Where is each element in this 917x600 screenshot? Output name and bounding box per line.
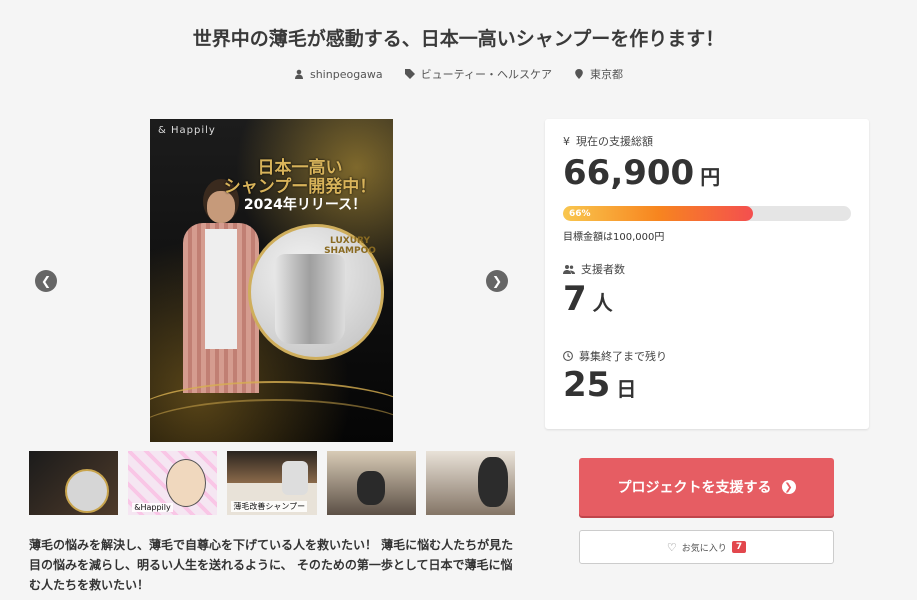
thumbnail-label: 薄毛改善シャンプー [231, 501, 308, 512]
backers-count: 7人 [563, 279, 613, 319]
favorite-count: 7 [731, 541, 747, 553]
thumbnail-4[interactable] [326, 451, 416, 515]
backers-label: 支援者数 [563, 261, 625, 277]
owner-link[interactable]: shinpeogawa [294, 66, 383, 82]
tag-icon [404, 69, 415, 79]
remaining-label: 募集終了まで残り [563, 348, 667, 364]
project-description: 薄毛の悩みを解決し、薄毛で自尊心を下げている人を救いたい！ 薄毛に悩む人たちが見… [29, 538, 514, 592]
thumbnail-3[interactable]: 薄毛改善シャンプー [227, 451, 317, 515]
luxury-badge: LUXURY SHAMPOO [324, 236, 376, 256]
users-icon [563, 265, 575, 274]
hero-headline: 日本一高い シャンプー開発中！ [223, 158, 377, 197]
yen-icon: ¥ [563, 134, 570, 148]
project-meta: shinpeogawa ビューティー・ヘルスケア 東京都 [0, 66, 917, 82]
category-name: ビューティー・ヘルスケア [420, 68, 552, 81]
thumbnail-1[interactable] [29, 451, 119, 515]
funding-progress-bar: 66% [563, 206, 851, 221]
next-image-button[interactable]: ❯ [486, 270, 508, 292]
clock-icon [563, 351, 573, 361]
gold-wave-2 [150, 399, 393, 442]
raised-label: ¥ 現在の支援総額 [563, 134, 653, 149]
map-pin-icon [575, 69, 583, 79]
location-name: 東京都 [590, 68, 623, 81]
raised-amount: 66,900 円 [563, 153, 721, 193]
category-link[interactable]: ビューティー・ヘルスケア [404, 66, 552, 82]
hero-release: 2024年リリース！ [243, 197, 367, 213]
user-icon [294, 69, 303, 79]
thumbnail-2[interactable]: &Happily [128, 451, 218, 515]
owner-name: shinpeogawa [309, 67, 383, 81]
chevron-left-icon: ❮ [40, 274, 52, 288]
project-title: 世界中の薄毛が感動する、日本一高いシャンプーを作ります！ [192, 28, 725, 50]
chevron-right-icon: ❯ [491, 274, 503, 288]
support-project-button[interactable]: プロジェクトを支援する ❯ [579, 458, 834, 516]
location-link[interactable]: 東京都 [574, 66, 623, 82]
heart-icon: ♡ [666, 540, 677, 554]
project-main-image[interactable]: & Happily 日本一高い シャンプー開発中！ 2024年リリース！ LUX… [150, 119, 393, 442]
remaining-days: 25 日 [563, 365, 637, 405]
favorite-button[interactable]: ♡ お気に入り 7 [579, 530, 834, 564]
chevron-right-icon: ❯ [781, 480, 796, 494]
support-button-label: プロジェクトを支援する [617, 480, 772, 496]
funding-stats-card: ¥ 現在の支援総額 66,900 円 66% 目標金額は100,000円 支援者数… [545, 119, 869, 429]
goal-text: 目標金額は100,000円 [563, 232, 665, 243]
progress-fill: 66% [563, 206, 754, 221]
favorite-label: お気に入り [681, 543, 727, 554]
product-pouch [275, 254, 345, 344]
brand-logo: & Happily [158, 125, 216, 136]
thumbnail-label: &Happily [132, 503, 173, 512]
prev-image-button[interactable]: ❮ [35, 270, 57, 292]
thumbnail-strip: &Happily 薄毛改善シャンプー [29, 451, 516, 515]
thumbnail-5[interactable] [425, 451, 516, 515]
